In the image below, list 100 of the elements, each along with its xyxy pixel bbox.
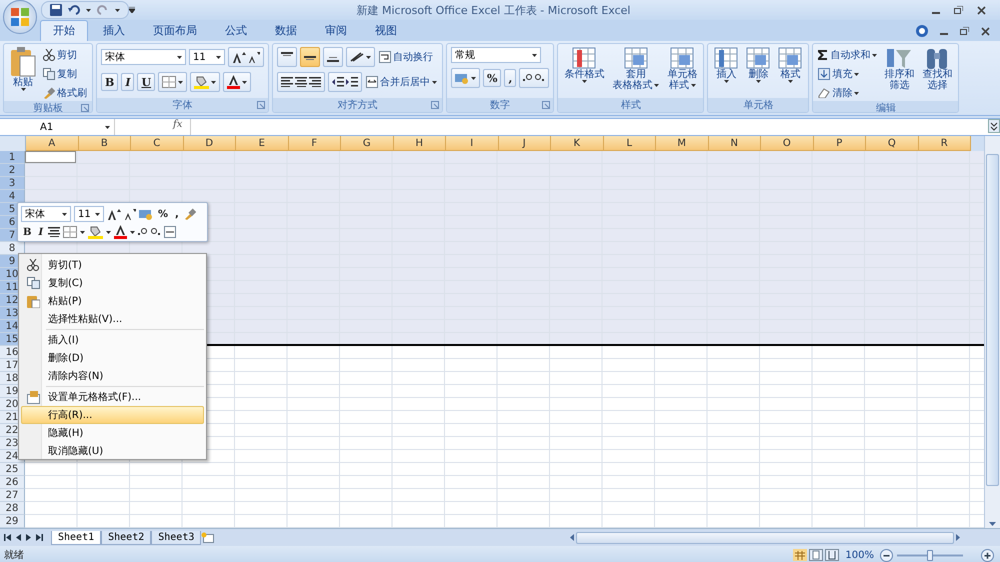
column-header[interactable]: L (604, 136, 656, 151)
zoom-out-icon[interactable] (880, 548, 893, 562)
font-size-field[interactable]: 11 (189, 49, 225, 65)
percent-button[interactable]: % (156, 208, 170, 220)
scroll-right-icon[interactable] (956, 534, 960, 541)
ribbon-large-button[interactable]: 单元格 样式 (665, 47, 700, 98)
column-header[interactable]: P (814, 136, 866, 151)
column-header[interactable]: K (551, 136, 604, 151)
horizontal-align-buttons[interactable] (277, 72, 325, 92)
underline-button[interactable]: U (137, 73, 156, 91)
insert-sheet-icon[interactable] (201, 532, 216, 543)
fill-color-button[interactable] (190, 72, 220, 92)
column-header[interactable]: N (708, 136, 761, 151)
sheet-tab[interactable]: Sheet2 (101, 530, 152, 544)
fill-button[interactable]: 填充 (817, 66, 878, 82)
column-header[interactable]: J (498, 136, 551, 151)
ribbon-large-button[interactable]: 条件格式 (562, 47, 606, 98)
border-icon[interactable] (162, 76, 176, 88)
font-color-button[interactable] (223, 72, 252, 92)
office-button[interactable] (3, 0, 37, 34)
sheet-tab[interactable]: Sheet3 (151, 530, 202, 544)
ribbon-tab[interactable]: 开始 (40, 20, 88, 41)
ribbon-tab[interactable]: 公式 (212, 20, 260, 41)
previous-sheet-icon[interactable] (16, 534, 21, 541)
comma-style-button[interactable]: , (504, 69, 516, 87)
percent-button[interactable]: % (483, 69, 502, 87)
comma-style-button[interactable]: , (173, 208, 181, 220)
restore-icon[interactable] (960, 27, 969, 35)
column-header[interactable]: E (236, 136, 288, 151)
expand-icon[interactable] (988, 119, 1000, 133)
row-header[interactable]: 4 (0, 190, 25, 203)
column-header[interactable]: H (394, 136, 446, 151)
column-header[interactable]: O (761, 136, 814, 151)
last-sheet-icon[interactable] (36, 534, 43, 541)
scroll-down-icon[interactable] (989, 522, 996, 526)
sheet-tab[interactable]: Sheet1 (51, 530, 102, 544)
row-header[interactable]: 29 (0, 515, 25, 528)
paste-button[interactable]: 粘贴 (8, 47, 38, 101)
help-icon[interactable] (916, 25, 928, 37)
ribbon-large-button[interactable]: 格式 (776, 47, 804, 98)
column-header[interactable]: M (656, 136, 708, 151)
orientation-button[interactable] (346, 47, 375, 67)
format-painter-button[interactable]: 格式刷 (42, 85, 88, 101)
restore-icon[interactable] (954, 6, 963, 14)
align-center-icon[interactable] (48, 227, 60, 237)
font-name-field[interactable]: 宋体 (101, 49, 186, 65)
font-color-icon[interactable] (227, 75, 240, 89)
menu-item[interactable]: 行高(R)... (21, 406, 204, 424)
font-size-buttons[interactable] (228, 47, 264, 67)
normal-view-icon[interactable] (793, 549, 808, 561)
ribbon-tab[interactable]: 审阅 (312, 20, 360, 41)
decimal-buttons[interactable] (519, 68, 550, 88)
ribbon-tab[interactable]: 页面布局 (140, 20, 210, 41)
font-name-field[interactable]: 宋体 (21, 206, 71, 222)
insert-function-button[interactable]: fx (165, 119, 192, 135)
sort-filter-button[interactable]: 排序和 筛选 (882, 47, 916, 101)
ribbon-tab[interactable]: 数据 (262, 20, 310, 41)
decrease-decimal-icon[interactable] (151, 227, 162, 237)
merge-icon[interactable] (164, 226, 176, 238)
active-cell[interactable] (25, 151, 76, 163)
cut-button[interactable]: 剪切 (42, 47, 88, 63)
font-color-icon[interactable] (114, 225, 128, 239)
vertical-align-button[interactable] (323, 47, 343, 67)
row-header[interactable]: 3 (0, 177, 25, 190)
page-break-icon[interactable] (825, 549, 840, 561)
clear-button[interactable]: 清除 (817, 85, 878, 101)
brush-icon[interactable] (184, 208, 196, 220)
caret-icon[interactable] (115, 8, 120, 12)
row-header[interactable]: 27 (0, 489, 25, 502)
undo-icon[interactable] (68, 5, 80, 15)
customize-toolbar-icon[interactable] (129, 7, 135, 13)
autosum-button[interactable]: 自动求和 (817, 47, 878, 63)
close-icon[interactable] (977, 6, 986, 14)
save-icon[interactable] (50, 4, 62, 16)
column-header[interactable]: G (341, 136, 394, 151)
ribbon-large-button[interactable]: 插入 (712, 47, 740, 98)
ribbon-tab[interactable]: 视图 (362, 20, 410, 41)
row-header[interactable]: 1 (0, 151, 25, 164)
column-header[interactable]: B (78, 136, 131, 151)
vertical-scrollbar[interactable] (984, 136, 1000, 528)
grow-font-icon[interactable] (107, 208, 121, 220)
row-header[interactable]: 28 (0, 502, 25, 515)
copy-button[interactable]: 复制 (42, 66, 88, 82)
column-header[interactable]: F (288, 136, 341, 151)
shrink-font-icon[interactable] (124, 208, 136, 220)
align-left-icon[interactable] (281, 77, 293, 87)
wrap-text-button[interactable]: 自动换行 (378, 49, 434, 65)
italic-button[interactable]: I (36, 226, 46, 238)
column-header[interactable]: C (131, 136, 184, 151)
vertical-align-button[interactable] (277, 47, 297, 67)
vertical-align-button[interactable] (300, 47, 320, 67)
merge-center-button[interactable]: 合并后居中 (365, 74, 438, 90)
align-center-icon[interactable] (295, 77, 307, 87)
zoom-in-icon[interactable] (981, 548, 994, 562)
row-header[interactable]: 8 (0, 242, 25, 255)
ribbon-large-button[interactable]: 套用 表格格式 (610, 47, 662, 98)
column-header[interactable]: R (918, 136, 971, 151)
number-format-field[interactable]: 常规 (451, 47, 541, 63)
first-sheet-icon[interactable] (4, 534, 11, 541)
column-header[interactable]: I (446, 136, 498, 151)
